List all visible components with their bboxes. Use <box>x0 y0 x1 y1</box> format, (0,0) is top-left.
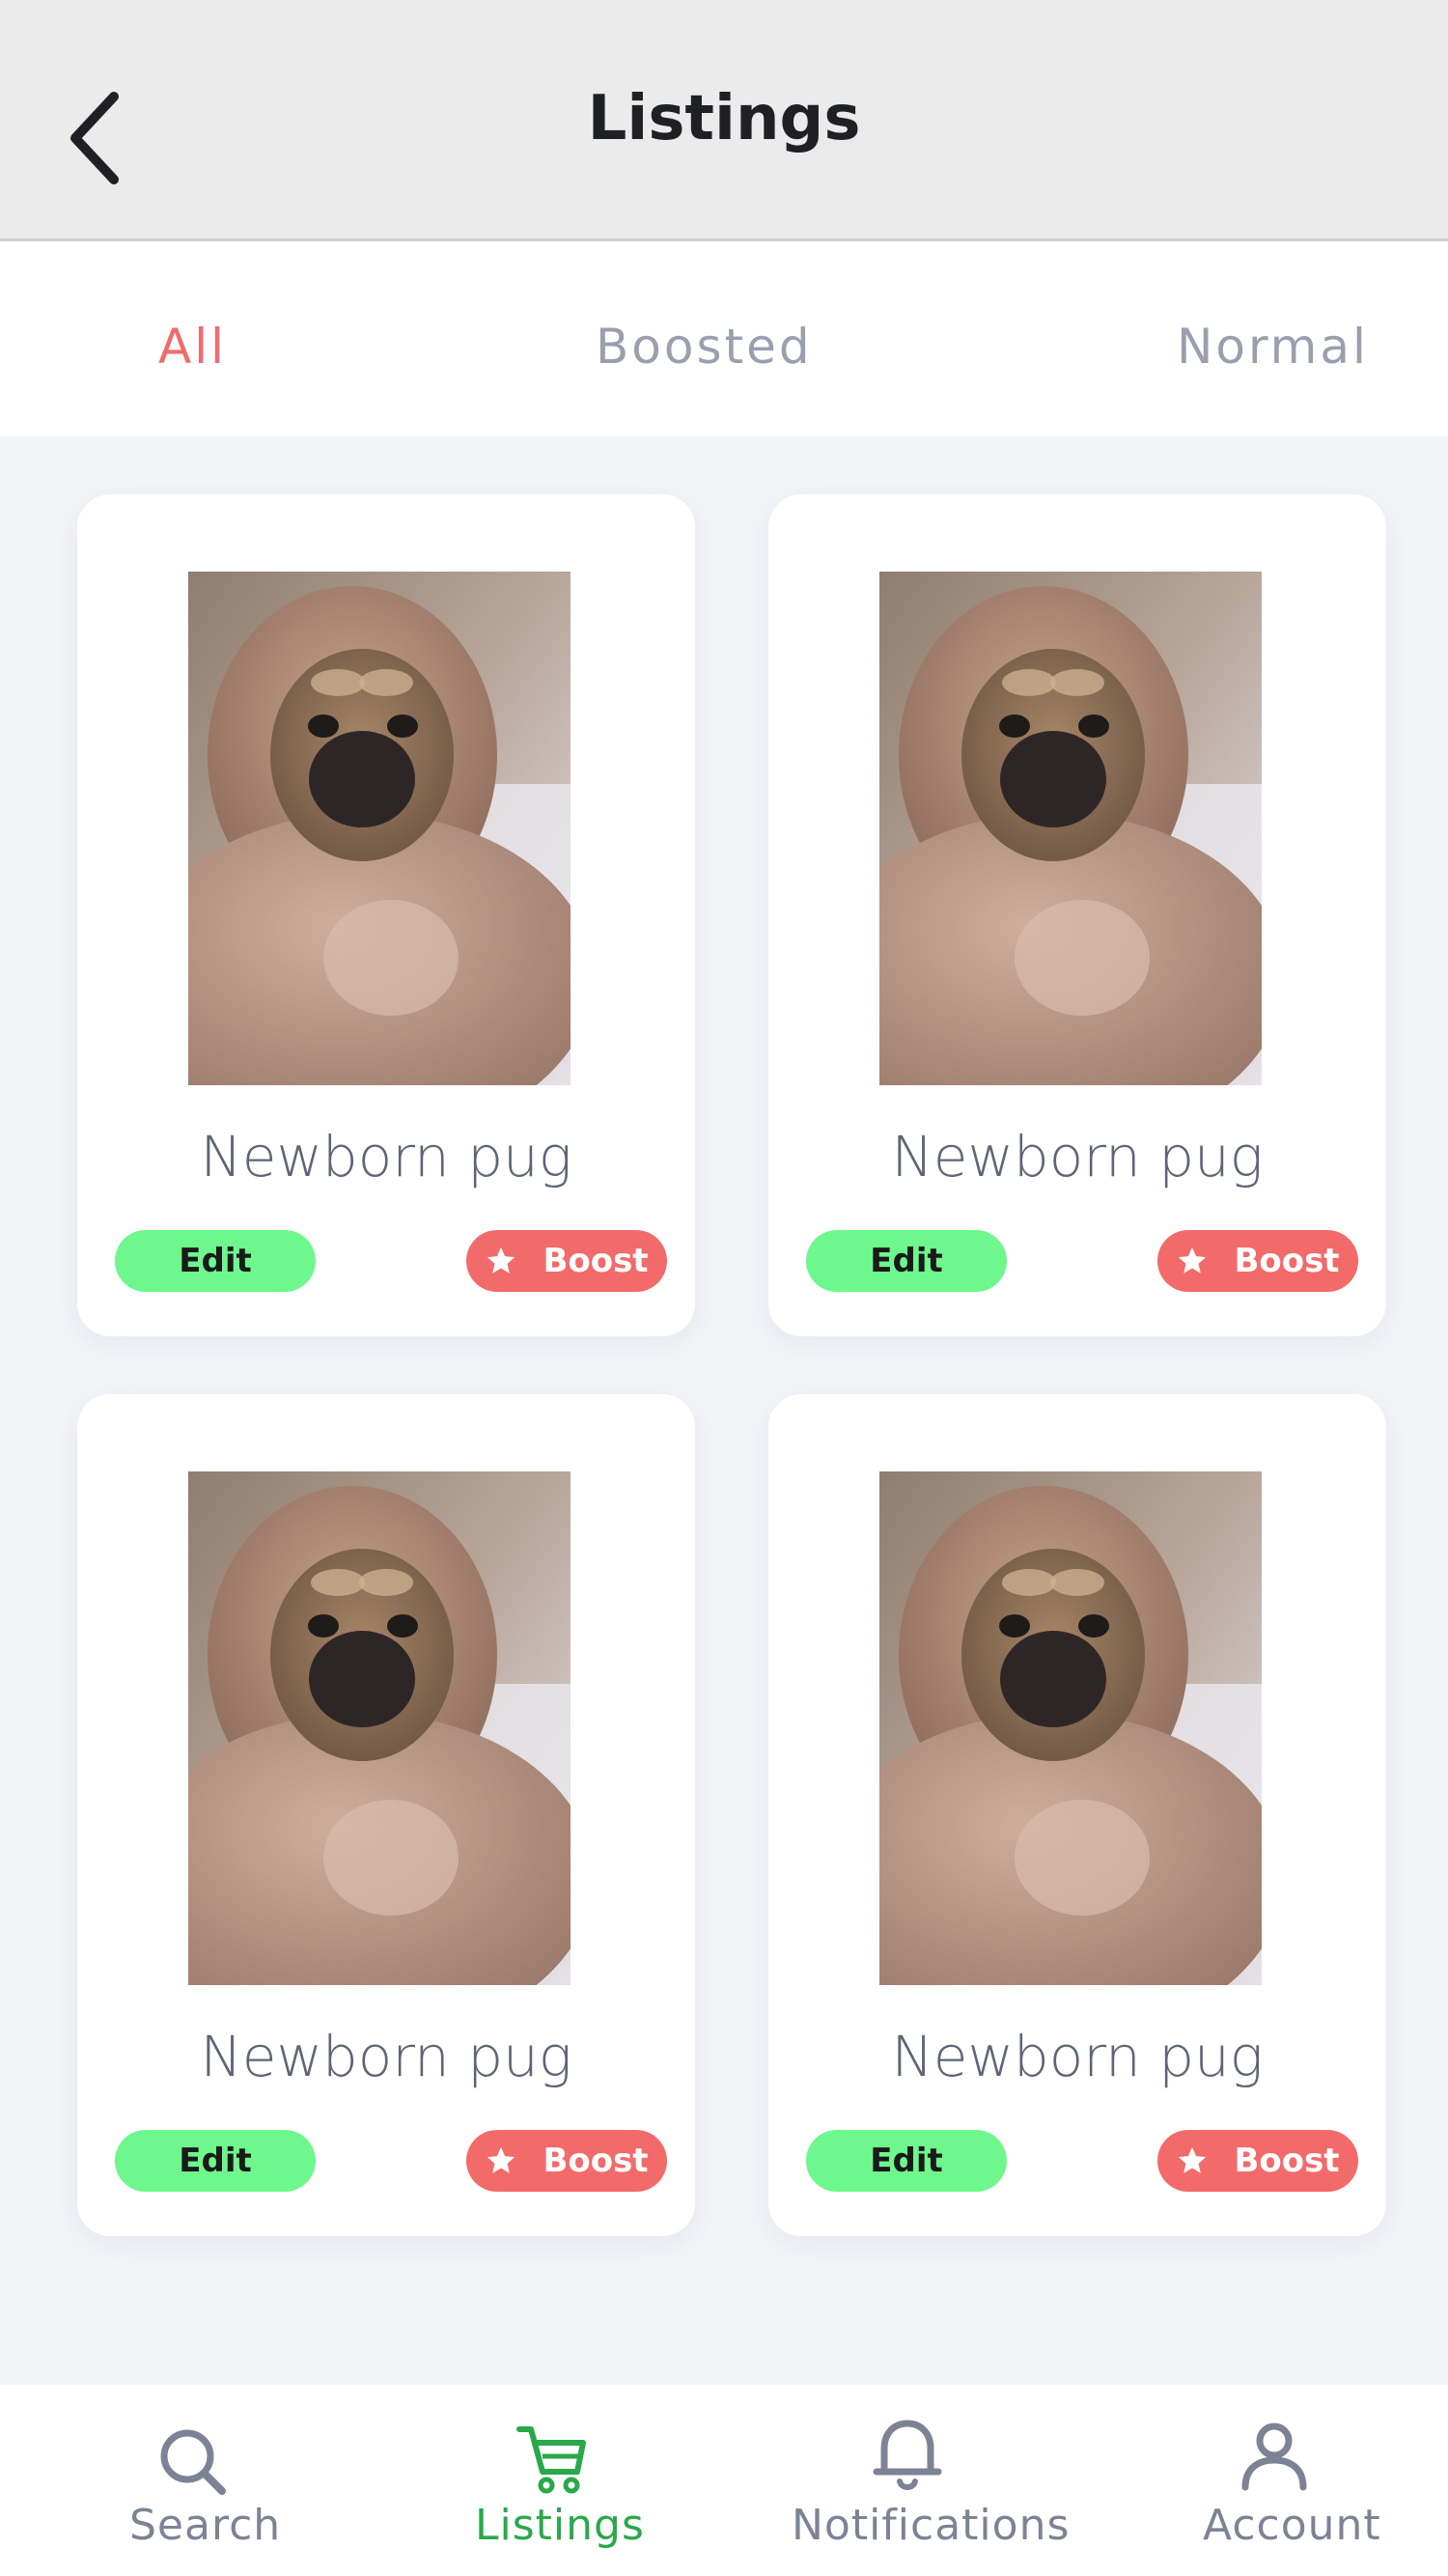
pug-photo <box>188 1471 571 1985</box>
boost-label: Boost <box>1234 1242 1340 1280</box>
edit-button[interactable]: Edit <box>115 1230 316 1292</box>
star-icon <box>1179 2146 1207 2173</box>
edit-button[interactable]: Edit <box>806 2130 1007 2192</box>
user-icon <box>1241 2422 1307 2491</box>
listing-image[interactable] <box>879 1471 1262 1985</box>
cart-icon <box>516 2426 586 2494</box>
app-header: Listings <box>0 0 1448 241</box>
tab-all[interactable]: All <box>158 319 227 375</box>
boost-label: Boost <box>543 1242 649 1280</box>
listing-image[interactable] <box>188 572 571 1085</box>
listing-image[interactable] <box>188 1471 571 1985</box>
boost-button[interactable]: Boost <box>466 2130 667 2192</box>
tab-boosted[interactable]: Boosted <box>596 319 813 375</box>
boost-label: Boost <box>1234 2142 1340 2180</box>
edit-label: Edit <box>179 1242 252 1280</box>
nav-label: Notifications <box>792 2501 1071 2550</box>
nav-label: Account <box>1203 2501 1381 2550</box>
boost-button[interactable]: Boost <box>1157 1230 1358 1292</box>
nav-label: Search <box>129 2501 282 2550</box>
star-icon <box>487 1246 515 1274</box>
listing-title: Newborn pug <box>891 2024 1264 2089</box>
boost-button[interactable]: Boost <box>466 1230 667 1292</box>
pug-photo <box>188 572 571 1085</box>
search-icon <box>160 2429 226 2495</box>
boost-label: Boost <box>543 2142 649 2180</box>
star-icon <box>487 2146 515 2173</box>
pug-photo <box>879 1471 1262 1985</box>
filter-tabs: All Boosted Normal <box>0 241 1448 436</box>
listing-title: Newborn pug <box>200 1124 572 1190</box>
bell-icon <box>873 2420 942 2490</box>
edit-button[interactable]: Edit <box>115 2130 316 2192</box>
listing-card: Newborn pug Edit Boost <box>77 1394 695 2236</box>
listing-card: Newborn pug Edit Boost <box>768 494 1386 1336</box>
listing-title: Newborn pug <box>200 2024 572 2089</box>
nav-search[interactable]: Search <box>106 2385 299 2576</box>
boost-button[interactable]: Boost <box>1157 2130 1358 2192</box>
listing-card: Newborn pug Edit Boost <box>768 1394 1386 2236</box>
nav-notifications[interactable]: Notifications <box>782 2385 1069 2576</box>
listing-card: Newborn pug Edit Boost <box>77 494 695 1336</box>
tab-normal[interactable]: Normal <box>1177 319 1369 375</box>
page-title: Listings <box>587 83 861 154</box>
edit-label: Edit <box>870 2142 943 2180</box>
nav-account[interactable]: Account <box>1187 2385 1400 2576</box>
pug-photo <box>879 572 1262 1085</box>
edit-label: Edit <box>870 1242 943 1280</box>
nav-listings[interactable]: Listings <box>454 2385 666 2576</box>
bottom-nav: Search Listings Notifications Account <box>0 2385 1448 2576</box>
edit-button[interactable]: Edit <box>806 1230 1007 1292</box>
listing-image[interactable] <box>879 572 1262 1085</box>
nav-label: Listings <box>475 2501 645 2550</box>
listing-title: Newborn pug <box>891 1124 1264 1190</box>
edit-label: Edit <box>179 2142 252 2180</box>
star-icon <box>1179 1246 1207 1274</box>
